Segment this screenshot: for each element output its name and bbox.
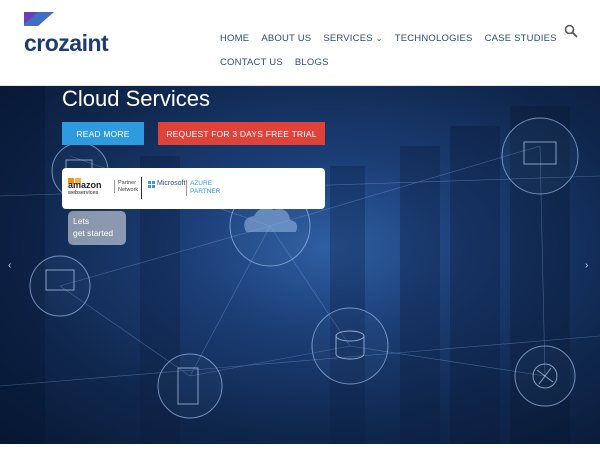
azure-line2: PARTNER [190, 188, 221, 195]
hero-title: Cloud Services [62, 86, 210, 111]
crozaint-logo[interactable]: crozaint [24, 12, 120, 56]
main-nav: HOME ABOUT US SERVICES ⌄ TECHNOLOGIES CA… [214, 26, 557, 74]
started-line2: get started [73, 228, 114, 238]
aws-partner-line1: Partner [118, 180, 137, 186]
aws-partner-badge: amazon webservices Partner Network [66, 176, 138, 200]
azure-partner-label: AZURE PARTNER [186, 180, 220, 196]
search-icon[interactable] [564, 24, 578, 38]
started-line1: Lets [73, 216, 90, 226]
nav-services-label: SERVICES [323, 32, 373, 44]
nav-about-us[interactable]: ABOUT US [261, 33, 311, 44]
nav-blogs[interactable]: BLOGS [295, 57, 329, 68]
read-more-button[interactable]: READ MORE [62, 122, 144, 145]
badge-divider [141, 177, 142, 199]
lets-get-started-button[interactable]: Lets get started [68, 211, 126, 245]
aws-sub: webservices [68, 190, 99, 196]
free-trial-button[interactable]: REQUEST FOR 3 DAYS FREE TRIAL [158, 122, 325, 145]
nav-contact-us[interactable]: CONTACT US [220, 57, 283, 68]
nav-case-studies[interactable]: CASE STUDIES [485, 33, 557, 44]
microsoft-name: Microsoft [157, 180, 186, 187]
hero-slider: Cloud Services READ MORE REQUEST FOR 3 D… [0, 86, 600, 444]
nav-row-secondary: CONTACT US BLOGS [214, 50, 554, 74]
chevron-down-icon: ⌄ [375, 33, 383, 43]
nav-services[interactable]: SERVICES ⌄ [323, 33, 382, 44]
partner-badges: amazon webservices Partner Network Micro… [62, 168, 325, 209]
aws-partner-network: Partner Network [114, 180, 138, 193]
aws-partner-line2: Network [118, 186, 139, 193]
chevron-right-icon[interactable]: › [585, 260, 588, 271]
azure-line1: AZURE [190, 180, 213, 187]
nav-technologies[interactable]: TECHNOLOGIES [395, 33, 473, 44]
brand-name: crozaint [24, 30, 109, 56]
nav-row-primary: HOME ABOUT US SERVICES ⌄ TECHNOLOGIES CA… [214, 26, 557, 50]
site-header: crozaint HOME ABOUT US SERVICES ⌄ TECHNO… [0, 0, 600, 86]
aws-word: amazon [68, 180, 102, 190]
microsoft-logo-icon [148, 181, 155, 188]
nav-home[interactable]: HOME [220, 33, 249, 44]
chevron-left-icon[interactable]: ‹ [8, 260, 11, 271]
